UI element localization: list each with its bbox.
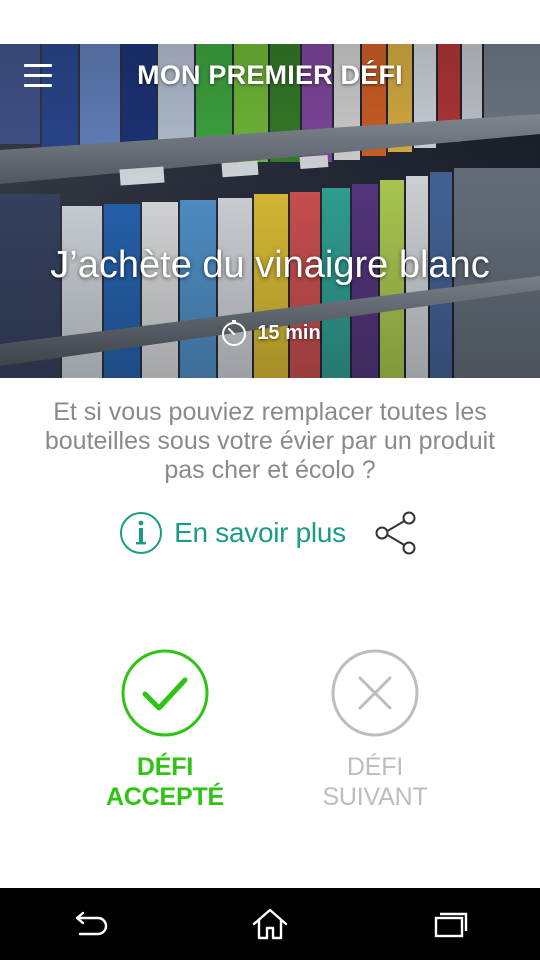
check-circle-icon <box>121 649 209 737</box>
recent-apps-icon <box>434 912 468 938</box>
home-button[interactable] <box>240 899 300 949</box>
accept-challenge-button[interactable]: DÉFI ACCEPTÉ <box>60 648 270 812</box>
recent-apps-button[interactable] <box>420 899 480 949</box>
back-button[interactable] <box>60 899 120 949</box>
share-icon[interactable] <box>372 508 422 558</box>
learn-more-label: En savoir plus <box>174 517 346 548</box>
accept-label-line1: DÉFI <box>136 753 194 781</box>
info-circle-icon <box>120 512 163 554</box>
next-label-line2: SUIVANT <box>322 783 428 811</box>
accept-label-line2: ACCEPTÉ <box>105 783 225 811</box>
home-icon <box>252 908 288 940</box>
challenge-duration: 15 min <box>0 318 540 348</box>
app-screen: MON PREMIER DÉFI J’achète du vinaigre bl… <box>0 0 540 960</box>
duration-text: 15 min <box>257 321 321 344</box>
status-bar <box>0 0 540 44</box>
next-label-line1: DÉFI <box>346 753 404 781</box>
back-arrow-icon <box>75 911 108 936</box>
challenge-title: J’achète du vinaigre blanc <box>50 244 490 286</box>
system-navigation-bar <box>0 888 540 960</box>
more-info-row: En savoir plus <box>0 508 540 558</box>
hero-banner: MON PREMIER DÉFI J’achète du vinaigre bl… <box>0 44 540 378</box>
next-label: DÉFI SUIVANT <box>270 752 480 812</box>
next-challenge-button[interactable]: DÉFI SUIVANT <box>270 648 480 812</box>
stopwatch-icon <box>222 320 247 346</box>
learn-more-link[interactable]: En savoir plus <box>118 510 346 556</box>
page-title: MON PREMIER DÉFI <box>137 60 403 90</box>
challenge-description: Et si vous pouviez remplacer toutes les … <box>44 398 496 484</box>
close-circle-icon <box>331 649 419 737</box>
accept-label: DÉFI ACCEPTÉ <box>60 752 270 812</box>
